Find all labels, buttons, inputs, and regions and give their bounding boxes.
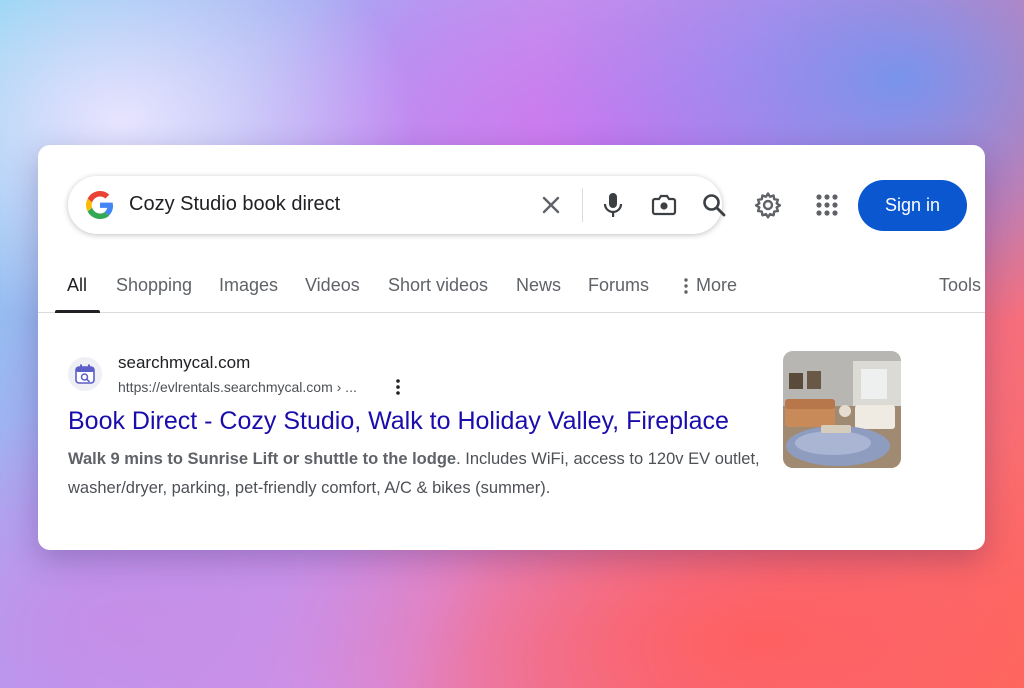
- sign-in-button[interactable]: Sign in: [858, 180, 967, 231]
- snippet-highlight: Walk 9 mins to Sunrise Lift or shuttle t…: [68, 450, 457, 468]
- site-favicon: [68, 357, 102, 391]
- result-snippet: Walk 9 mins to Sunrise Lift or shuttle t…: [68, 445, 768, 503]
- mic-icon[interactable]: [600, 192, 626, 218]
- close-icon[interactable]: [538, 192, 564, 218]
- tab-news[interactable]: News: [516, 275, 561, 296]
- calendar-search-icon: [75, 364, 95, 384]
- result-thumbnail[interactable]: [783, 351, 901, 468]
- result-title-link[interactable]: Book Direct - Cozy Studio, Walk to Holid…: [68, 407, 729, 436]
- apps-grid-icon[interactable]: [811, 189, 843, 221]
- search-divider: [582, 188, 583, 222]
- tab-shopping[interactable]: Shopping: [116, 275, 192, 296]
- tab-more[interactable]: More: [684, 275, 737, 296]
- search-input[interactable]: Cozy Studio book direct: [129, 193, 340, 216]
- google-logo: [86, 191, 114, 219]
- tab-short-videos[interactable]: Short videos: [388, 275, 488, 296]
- active-tab-indicator: [55, 310, 100, 313]
- lens-icon[interactable]: [651, 192, 677, 218]
- search-icon[interactable]: [701, 192, 727, 218]
- result-options-icon[interactable]: [388, 376, 408, 398]
- search-bar[interactable]: Cozy Studio book direct: [68, 176, 726, 234]
- tab-all[interactable]: All: [67, 275, 87, 296]
- gear-icon[interactable]: [752, 189, 784, 221]
- search-tabs: All Shopping Images Videos Short videos …: [38, 263, 985, 313]
- living-room-image: [783, 351, 901, 468]
- result-url[interactable]: https://evlrentals.searchmycal.com › ...: [118, 379, 357, 395]
- tab-videos[interactable]: Videos: [305, 275, 360, 296]
- more-vert-icon: [684, 277, 688, 294]
- tab-tools[interactable]: Tools: [939, 275, 981, 296]
- result-site-name[interactable]: searchmycal.com: [118, 353, 250, 373]
- search-results-card: Cozy Studio book direct Sign in All Shop…: [38, 145, 985, 550]
- tab-images[interactable]: Images: [219, 275, 278, 296]
- tab-more-label: More: [696, 275, 738, 295]
- tab-forums[interactable]: Forums: [588, 275, 649, 296]
